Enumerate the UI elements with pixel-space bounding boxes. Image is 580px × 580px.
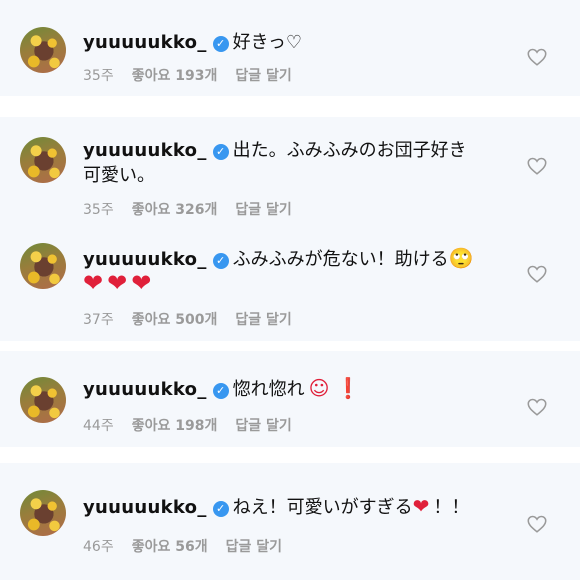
verified-badge-icon: ✓: [212, 501, 229, 517]
comment-time: 44주: [83, 418, 114, 434]
comment-text: 出た。ふみふみのお団子好き: [232, 140, 467, 161]
username[interactable]: yuuuuukko_: [83, 379, 207, 400]
comment-text-tail: ！！: [433, 497, 470, 518]
heart-outline-icon[interactable]: [526, 155, 548, 177]
comment-text: 好きっ♡: [232, 32, 303, 53]
verified-badge-icon: ✓: [212, 253, 229, 269]
reply-button[interactable]: 답글 달기: [235, 418, 291, 434]
avatar[interactable]: [20, 377, 66, 423]
verified-badge-icon: ✓: [212, 36, 229, 52]
heart-outline-icon[interactable]: [526, 513, 548, 535]
comment-time: 35주: [83, 68, 114, 84]
avatar[interactable]: [20, 27, 66, 73]
comment-meta: 35주 좋아요 193개 답글 달기: [83, 67, 310, 85]
username[interactable]: yuuuuukko_: [83, 497, 207, 518]
avatar[interactable]: [20, 243, 66, 289]
reply-button[interactable]: 답글 달기: [235, 202, 291, 218]
comment-card: yuuuuukko_ ✓ 出た。ふみふみのお団子好き 可愛い。 35주 좋아요 326…: [0, 117, 580, 233]
comment-text-continued: 可愛い。: [83, 165, 155, 186]
username[interactable]: yuuuuukko_: [83, 249, 207, 270]
likes-count[interactable]: 좋아요 56개: [132, 539, 208, 555]
smile-exclamation-emoji: ☺ ❗: [308, 376, 361, 400]
comment-time: 37주: [83, 312, 114, 328]
comment-card: yuuuuukko_ ✓ 惚れ惚れ ☺ ❗ 44주 좋아요 198개 답글 달기: [0, 351, 580, 447]
face-emoji: 🙄: [448, 246, 474, 270]
comment-text: ねえ！可愛いがすぎる: [232, 497, 413, 518]
red-heart-emoji: ❤: [412, 494, 430, 518]
comment-text: ふみふみが危ない！助ける: [232, 249, 449, 270]
heart-outline-icon[interactable]: [526, 263, 548, 285]
heart-outline-icon[interactable]: [526, 396, 548, 418]
heart-outline-icon[interactable]: [526, 46, 548, 68]
likes-count[interactable]: 좋아요 500개: [132, 312, 218, 328]
reply-button[interactable]: 답글 달기: [226, 539, 282, 555]
comment-card: yuuuuukko_ ✓ 好きっ♡ 35주 좋아요 193개 답글 달기: [0, 0, 580, 96]
comment-card: yuuuuukko_ ✓ ねえ！可愛いがすぎる❤！！ 46주 좋아요 56개 답글 달기: [0, 463, 580, 580]
comment-text: 惚れ惚れ: [232, 379, 305, 400]
comment-card: yuuuuukko_ ✓ ふみふみが危ない！助ける🙄 ❤❤❤ 37주 좋아요 500개…: [0, 233, 580, 341]
comment-line: yuuuuukko_ ✓ 好きっ♡: [83, 30, 302, 56]
reply-button[interactable]: 답글 달기: [235, 312, 291, 328]
avatar[interactable]: [20, 137, 66, 183]
comment-line: yuuuuukko_ ✓ 出た。ふみふみのお団子好き: [83, 138, 467, 164]
reply-button[interactable]: 답글 달기: [235, 68, 291, 84]
comment-time: 35주: [83, 202, 114, 218]
comment-line: yuuuuukko_ ✓ 惚れ惚れ ☺ ❗: [83, 375, 361, 403]
username[interactable]: yuuuuukko_: [83, 32, 207, 53]
likes-count[interactable]: 좋아요 193개: [132, 68, 218, 84]
likes-count[interactable]: 좋아요 198개: [132, 418, 218, 434]
avatar[interactable]: [20, 490, 66, 536]
comment-meta: 35주 좋아요 326개 답글 달기: [83, 201, 310, 219]
comment-meta: 37주 좋아요 500개 답글 달기: [83, 311, 310, 329]
comment-meta: 46주 좋아요 56개 답글 달기: [83, 538, 300, 556]
comment-time: 46주: [83, 539, 114, 555]
verified-badge-icon: ✓: [212, 144, 229, 160]
username[interactable]: yuuuuukko_: [83, 140, 207, 161]
likes-count[interactable]: 좋아요 326개: [132, 202, 218, 218]
comment-line: yuuuuukko_ ✓ ねえ！可愛いがすぎる❤！！: [83, 493, 469, 521]
red-hearts-emoji: ❤❤❤: [83, 269, 156, 297]
comment-meta: 44주 좋아요 198개 답글 달기: [83, 417, 310, 435]
verified-badge-icon: ✓: [212, 383, 229, 399]
